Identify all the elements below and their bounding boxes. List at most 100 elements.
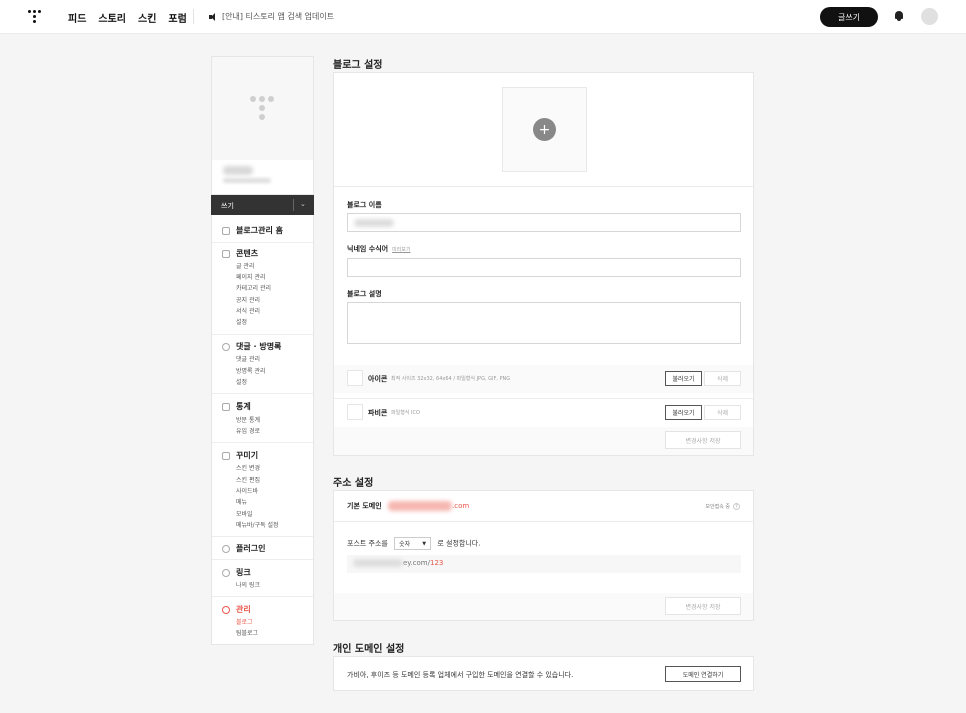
blog-settings-footer: 변경사항 저장 bbox=[334, 427, 753, 455]
blog-desc-textarea[interactable] bbox=[347, 302, 741, 344]
icon-label: 아이콘 bbox=[368, 375, 388, 383]
sidebar-group-label: 콘텐츠 bbox=[236, 249, 259, 258]
sidebar-item-team-blog[interactable]: 팀블로그 bbox=[236, 628, 258, 637]
example-domain-text: ey.com/ bbox=[403, 559, 430, 567]
sidebar-item-manage[interactable]: 관리 bbox=[222, 604, 251, 615]
example-post-number: 123 bbox=[430, 559, 444, 567]
blog-name-input[interactable] bbox=[347, 213, 741, 232]
favicon-desc: 파일형식 ICO bbox=[391, 410, 420, 416]
blog-image-upload[interactable]: + bbox=[502, 87, 587, 172]
address-settings-panel: 기본 도메인 .com 보안접속 중 ? 포스트 주소를 숫자 ▼ 로 설정합니다… bbox=[333, 490, 754, 621]
nav-feed[interactable]: 피드 bbox=[68, 10, 86, 25]
favicon-upload-button[interactable]: 불러오기 bbox=[665, 405, 702, 420]
favicon-label: 파비콘 bbox=[368, 409, 388, 417]
default-domain-label: 기본 도메인 bbox=[347, 502, 382, 510]
tistory-logo[interactable] bbox=[28, 10, 42, 24]
post-address-select-value: 숫자 bbox=[399, 541, 411, 548]
nickname-input[interactable] bbox=[347, 258, 741, 277]
sidebar-item-plugins[interactable]: 플러그인 bbox=[222, 543, 265, 554]
sidebar-item-skin-edit[interactable]: 스킨 편집 bbox=[236, 475, 260, 484]
sidebar-item-menu[interactable]: 메뉴 bbox=[236, 497, 247, 506]
sidebar-item-comment-manage[interactable]: 댓글 관리 bbox=[236, 354, 260, 363]
blog-name-redacted bbox=[223, 166, 253, 175]
sidebar-item-decorate[interactable]: 꾸미기 bbox=[222, 450, 258, 461]
sidebar-item-templates[interactable]: 서식 관리 bbox=[236, 306, 260, 315]
sidebar-item-visit-stats[interactable]: 방문 통계 bbox=[236, 415, 260, 424]
sidebar-group-label: 꾸미기 bbox=[236, 451, 259, 460]
post-address-example: ey.com/123 bbox=[347, 555, 741, 573]
sidebar-item-content-settings[interactable]: 설정 bbox=[236, 317, 247, 326]
save-blog-settings-button[interactable]: 변경사항 저장 bbox=[665, 431, 741, 449]
sidebar-item-categories[interactable]: 카테고리 관리 bbox=[236, 283, 271, 292]
caret-down-icon: ▼ bbox=[422, 540, 427, 547]
document-icon bbox=[222, 249, 230, 258]
plugin-icon bbox=[222, 544, 230, 553]
icon-upload-button[interactable]: 불러오기 bbox=[665, 371, 702, 386]
plus-icon[interactable]: + bbox=[533, 118, 556, 141]
sidebar-item-guestbook[interactable]: 방명록 관리 bbox=[236, 366, 266, 375]
sidebar-item-stats[interactable]: 통계 bbox=[222, 401, 251, 412]
nav-forum[interactable]: 포럼 bbox=[168, 10, 186, 25]
sidebar-item-comment-settings[interactable]: 설정 bbox=[236, 377, 247, 386]
sidebar-item-menubar[interactable]: 메뉴바/구독 설정 bbox=[236, 520, 279, 529]
notice-link[interactable]: [안내] 티스토리 앱 검색 업데이트 bbox=[209, 11, 334, 22]
avatar[interactable] bbox=[921, 8, 938, 25]
nav-story[interactable]: 스토리 bbox=[98, 10, 126, 25]
blog-thumbnail-placeholder bbox=[212, 57, 313, 160]
sidebar-item-sidebar[interactable]: 사이드바 bbox=[236, 486, 258, 495]
nav-divider bbox=[193, 9, 194, 24]
post-address-select[interactable]: 숫자 ▼ bbox=[394, 537, 432, 550]
main-nav: 피드 스토리 스킨 포럼 bbox=[68, 10, 187, 25]
sidebar-menu: 블로그관리 홈 콘텐츠 글 관리 페이지 관리 카테고리 관리 공지 관리 서식… bbox=[211, 215, 314, 645]
sidebar-group-label: 댓글 · 방명록 bbox=[236, 342, 282, 351]
bell-icon[interactable] bbox=[894, 11, 904, 22]
sidebar-item-skin-change[interactable]: 스킨 변경 bbox=[236, 463, 260, 472]
blog-desc-label: 블로그 설명 bbox=[347, 290, 382, 298]
nickname-label-text: 닉네임 수식어 bbox=[347, 245, 389, 253]
notice-text: [안내] 티스토리 앱 검색 업데이트 bbox=[222, 12, 335, 21]
sidebar-home-label: 블로그관리 홈 bbox=[236, 226, 283, 235]
sidebar-item-comments[interactable]: 댓글 · 방명록 bbox=[222, 341, 281, 352]
speaker-icon bbox=[209, 12, 217, 21]
sidebar-group-label: 관리 bbox=[236, 605, 251, 614]
home-icon bbox=[222, 226, 230, 235]
sidebar-item-blog[interactable]: 블로그 bbox=[236, 617, 253, 626]
post-address-row: 포스트 주소를 숫자 ▼ 로 설정합니다. bbox=[347, 537, 480, 550]
save-address-settings-button[interactable]: 변경사항 저장 bbox=[665, 597, 741, 615]
address-settings-footer: 변경사항 저장 bbox=[334, 593, 753, 620]
top-bar: 피드 스토리 스킨 포럼 [안내] 티스토리 앱 검색 업데이트 글쓰기 bbox=[0, 0, 966, 34]
favicon-row: 파비콘 파일형식 ICO 불러오기 삭제 bbox=[334, 399, 753, 427]
connect-domain-button[interactable]: 도메인 연결하기 bbox=[665, 666, 741, 682]
sidebar-item-pages[interactable]: 페이지 관리 bbox=[236, 272, 266, 281]
write-post-button[interactable]: 글쓰기 bbox=[820, 7, 878, 27]
sidebar-item-content[interactable]: 콘텐츠 bbox=[222, 248, 258, 259]
personal-domain-panel: 가비아, 후이즈 등 도메인 등록 업체에서 구입한 도메인을 연결할 수 있습… bbox=[333, 656, 754, 691]
write-bar[interactable]: 쓰기 ⌄ bbox=[211, 195, 314, 215]
sidebar-item-posts[interactable]: 글 관리 bbox=[236, 261, 254, 270]
chevron-down-icon[interactable]: ⌄ bbox=[300, 200, 306, 208]
post-address-label: 포스트 주소를 bbox=[347, 539, 388, 548]
help-icon[interactable]: ? bbox=[733, 503, 740, 510]
favicon-delete-button[interactable]: 삭제 bbox=[704, 405, 741, 420]
default-domain-suffix: .com bbox=[452, 502, 470, 510]
nickname-label: 닉네임 수식어 미리보기 bbox=[347, 244, 410, 254]
icon-desc: 최적 사이즈 32x32, 64x64 / 파일형식 JPG, GIF, PNG bbox=[391, 376, 511, 382]
bar-chart-icon bbox=[222, 402, 230, 411]
blog-settings-panel: + 블로그 이름 닉네임 수식어 미리보기 블로그 설명 아이콘 최적 사이즈 3… bbox=[333, 72, 754, 456]
sidebar-item-links[interactable]: 링크 bbox=[222, 567, 251, 578]
sidebar-item-notices[interactable]: 공지 관리 bbox=[236, 295, 260, 304]
sidebar-group-label: 플러그인 bbox=[236, 544, 266, 553]
sidebar-item-my-links[interactable]: 나의 링크 bbox=[236, 580, 260, 589]
blog-name-value-redacted bbox=[354, 219, 394, 227]
nav-skin[interactable]: 스킨 bbox=[138, 10, 156, 25]
address-settings-title: 주소 설정 bbox=[333, 478, 374, 489]
blog-profile-card bbox=[211, 56, 314, 195]
nickname-preview-link[interactable]: 미리보기 bbox=[392, 247, 410, 253]
layout-icon bbox=[222, 451, 230, 460]
sidebar-item-home[interactable]: 블로그관리 홈 bbox=[222, 225, 283, 236]
sidebar-item-mobile[interactable]: 모바일 bbox=[236, 509, 253, 518]
comment-icon bbox=[222, 342, 230, 351]
sidebar-item-referrers[interactable]: 유입 경로 bbox=[236, 426, 260, 435]
sidebar-group-label: 통계 bbox=[236, 402, 251, 411]
icon-delete-button[interactable]: 삭제 bbox=[704, 371, 741, 386]
